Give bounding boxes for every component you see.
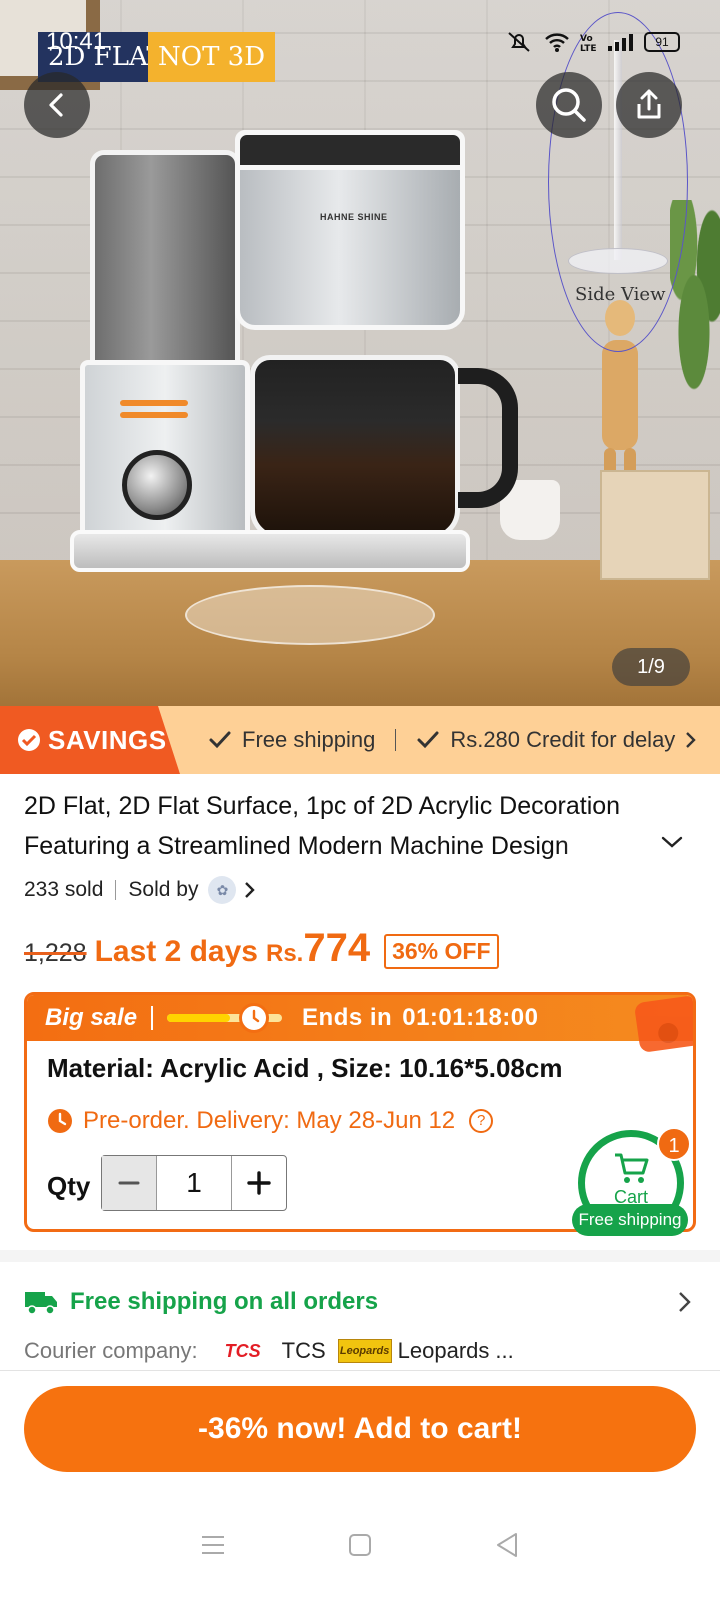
big-sale-header: Big sale Ends in 01:01:18:00 xyxy=(27,995,693,1054)
cart-free-shipping-badge: Free shipping xyxy=(572,1204,688,1236)
back-button[interactable] xyxy=(24,72,90,138)
chevron-down-icon[interactable] xyxy=(660,830,684,854)
shipping-row[interactable]: Free shipping on all orders xyxy=(24,1282,696,1322)
discount-badge: 36% OFF xyxy=(384,933,499,969)
share-button[interactable] xyxy=(616,72,682,138)
clock-icon xyxy=(239,1003,270,1033)
savings-badge: SAVINGS xyxy=(0,706,180,774)
cart-icon xyxy=(615,1153,649,1183)
seller-avatar[interactable]: ✿ xyxy=(208,876,237,904)
share-icon xyxy=(637,89,661,119)
chevron-right-icon xyxy=(679,1292,691,1312)
big-sale-label: Big sale xyxy=(45,1004,138,1031)
side-view-rod xyxy=(614,40,622,260)
status-time: 10:41 xyxy=(46,28,107,55)
preorder-info[interactable]: Pre-order. Delivery: May 28-Jun 12 ? xyxy=(47,1107,494,1135)
search-icon xyxy=(552,88,586,122)
side-view-plate xyxy=(568,248,668,274)
qty-label: Qty xyxy=(47,1171,91,1201)
original-price: 1,228 xyxy=(24,939,87,967)
savings-perks: Free shipping Rs.280 Credit for delay xyxy=(208,706,697,774)
sale-decoration xyxy=(633,995,693,1054)
sold-by-label: Sold by xyxy=(128,878,199,901)
divider xyxy=(0,1370,720,1371)
volte-icon: VoLTE xyxy=(580,34,596,53)
truck-icon xyxy=(25,1292,57,1315)
side-view-label: Side View xyxy=(575,284,666,305)
home-icon[interactable] xyxy=(347,1532,373,1558)
plus-icon xyxy=(247,1171,271,1195)
add-to-cart-button[interactable]: -36% now! Add to cart! xyxy=(24,1386,696,1472)
savings-icon xyxy=(18,729,40,751)
coffee-machine-image: HAHNE SHINE xyxy=(70,130,530,610)
courier-row: Courier company: TCS TCS Leopards Leopar… xyxy=(24,1334,514,1368)
qty-decrement-button[interactable] xyxy=(102,1156,156,1210)
material-spec: Material: Acrylic Acid , Size: 10.16*5.0… xyxy=(47,1053,563,1083)
sale-progress-fill xyxy=(167,1014,231,1022)
back-icon xyxy=(49,93,63,117)
sold-row[interactable]: 233 sold Sold by ✿ xyxy=(24,874,256,906)
qty-value[interactable]: 1 xyxy=(156,1156,232,1210)
svg-text:Vo: Vo xyxy=(580,34,593,44)
image-page-counter: 1/9 xyxy=(612,648,690,686)
chevron-right-icon xyxy=(245,882,256,898)
status-bar: 10:41 Vo LTE 91 xyxy=(0,24,720,64)
ends-in-label: Ends in xyxy=(302,1004,393,1031)
wooden-blocks xyxy=(600,470,710,580)
courier-label: Courier company: xyxy=(24,1338,198,1363)
tcs-logo: TCS xyxy=(224,1340,261,1361)
courier-leopards: Leopards xyxy=(397,1338,490,1363)
perk-delay-credit: Rs.280 Credit for delay xyxy=(416,727,697,753)
help-icon[interactable]: ? xyxy=(469,1109,494,1133)
check-icon xyxy=(209,731,231,749)
courier-tcs: TCS xyxy=(281,1338,326,1363)
sale-progress-bar xyxy=(167,1003,283,1033)
countdown-timer: 01:01:18:00 xyxy=(402,1004,539,1031)
title-fade xyxy=(560,826,670,866)
sold-count: 233 sold xyxy=(24,878,104,901)
status-icons: Vo LTE 91 xyxy=(504,30,680,54)
shipping-title: Free shipping on all orders xyxy=(70,1288,379,1315)
system-nav-bar xyxy=(0,1490,720,1600)
cart-count-badge: 1 xyxy=(657,1127,691,1161)
perk-free-shipping-label: Free shipping xyxy=(242,727,376,752)
perk-delay-credit-label: Rs.280 Credit for delay xyxy=(450,727,676,752)
brand-label: HAHNE SHINE xyxy=(320,212,388,222)
sale-price: 774 xyxy=(303,926,371,970)
quantity-stepper[interactable]: 1 xyxy=(101,1155,287,1211)
preorder-text: Pre-order. Delivery: May 28-Jun 12 xyxy=(83,1107,456,1134)
savings-banner[interactable]: SAVINGS Free shipping Rs.280 Credit for … xyxy=(0,706,720,774)
menu-icon[interactable] xyxy=(200,1533,226,1557)
minus-icon xyxy=(118,1181,140,1185)
chevron-right-icon xyxy=(686,732,697,748)
perk-free-shipping: Free shipping xyxy=(208,727,375,753)
clock-icon xyxy=(48,1109,72,1133)
courier-more: ... xyxy=(495,1338,514,1363)
battery-indicator: 91 xyxy=(644,32,680,52)
qty-increment-button[interactable] xyxy=(232,1156,286,1210)
check-icon xyxy=(417,731,439,749)
leopards-logo: Leopards xyxy=(337,1339,392,1363)
section-gap xyxy=(0,1250,720,1262)
signal-icon xyxy=(608,34,633,51)
currency: Rs. xyxy=(265,940,304,967)
product-image-carousel[interactable]: HAHNE SHINE Side View 2D FLAT NOT 3D 1/9 xyxy=(0,0,720,720)
price-row: 1,228 Last 2 days Rs. 774 36% OFF xyxy=(24,926,499,976)
search-button[interactable] xyxy=(536,72,602,138)
back-triangle-icon[interactable] xyxy=(494,1531,520,1559)
mute-icon xyxy=(508,32,530,52)
svg-text:LTE: LTE xyxy=(580,44,596,53)
promo-countdown-text: Last 2 days xyxy=(94,935,258,968)
savings-label: SAVINGS xyxy=(48,724,167,755)
wifi-icon xyxy=(545,33,569,52)
